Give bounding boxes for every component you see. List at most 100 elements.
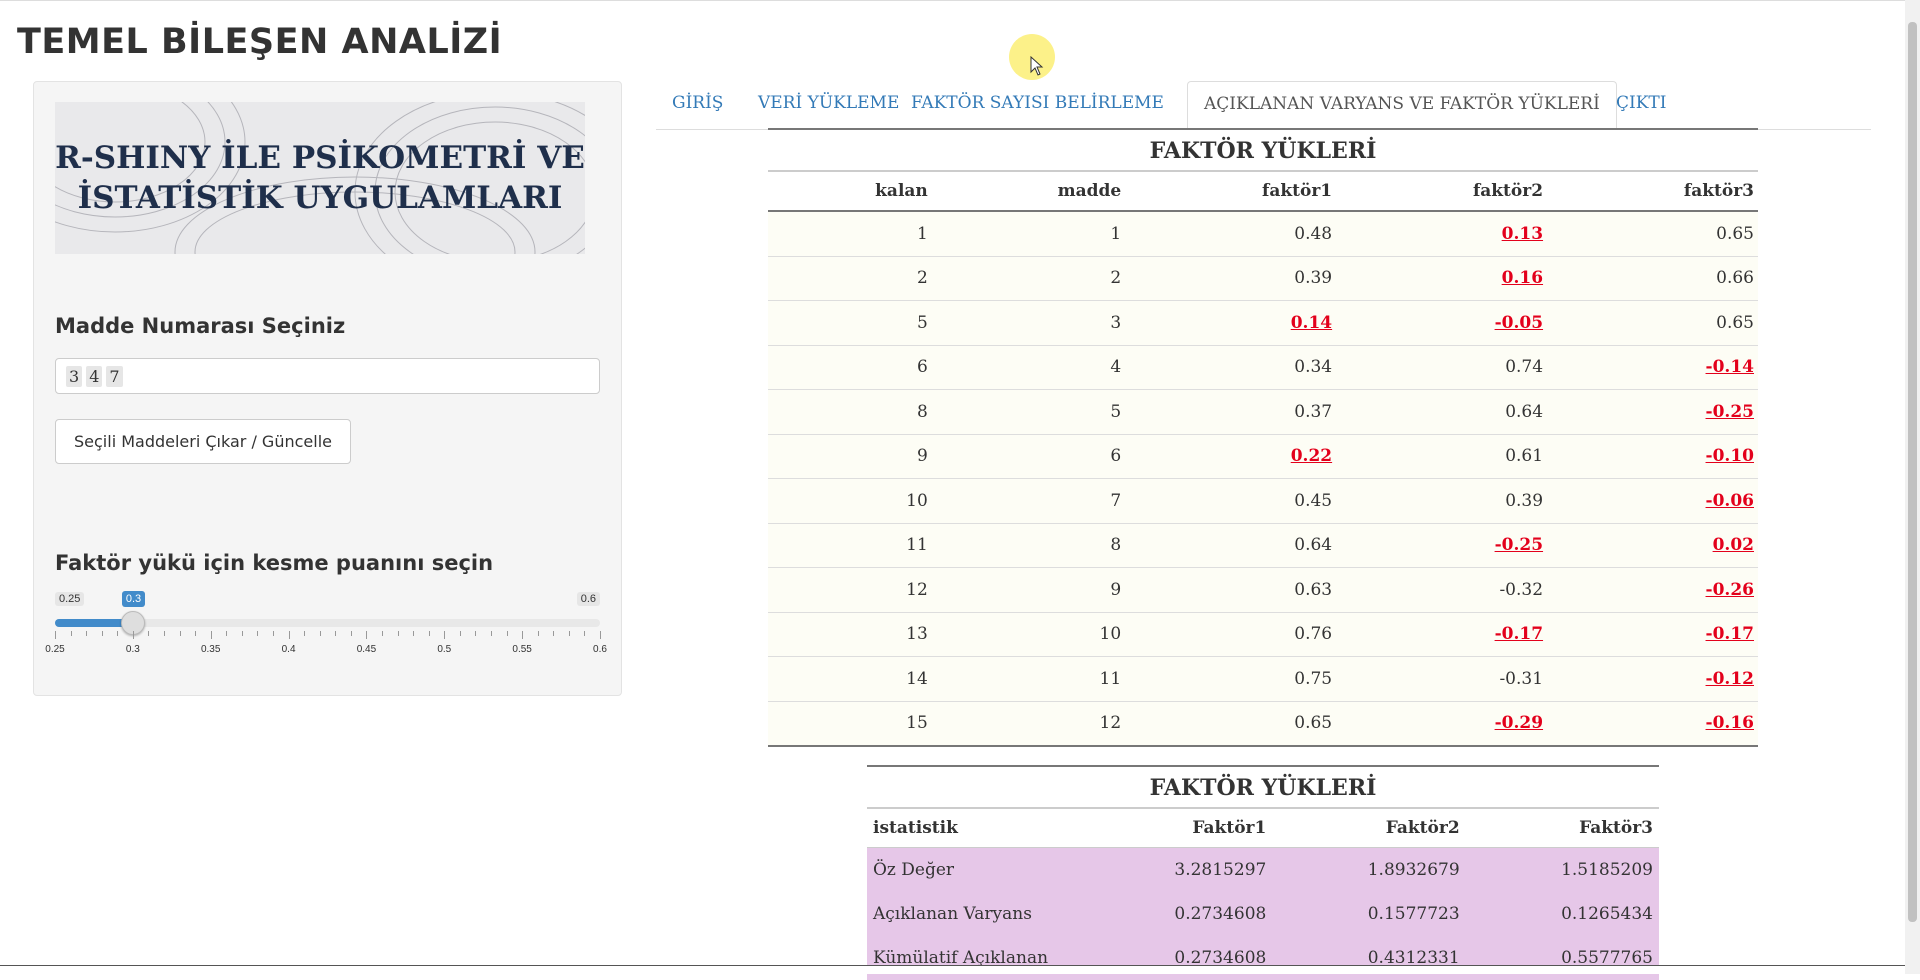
below-cutoff-value: -0.26 (1706, 580, 1754, 600)
table-cell: -0.26 (1547, 568, 1758, 613)
slider-tick (242, 631, 243, 636)
table-row: 960.220.61-0.10 (768, 434, 1758, 479)
table-cell: 0.66 (1547, 256, 1758, 301)
table-cell: 0.74 (1336, 345, 1547, 390)
below-cutoff-value: -0.05 (1495, 313, 1543, 333)
column-header-2: Faktör2 (1272, 808, 1465, 848)
table-cell: 0.63 (1125, 568, 1336, 613)
slider-tick (117, 631, 118, 636)
table-cell: 1.8932679 (1272, 848, 1465, 893)
table-cell: 0.14 (1125, 301, 1336, 346)
banner-line1: R-SHINY İLE PSİKOMETRİ VE (55, 138, 585, 178)
slider-tick (335, 631, 336, 636)
table-cell: 7 (932, 479, 1125, 524)
below-cutoff-value: 0.02 (1713, 535, 1754, 555)
slider-tick-label: 0.35 (201, 644, 220, 655)
below-cutoff-value: -0.17 (1495, 624, 1543, 644)
slider-tick-label: 0.3 (126, 644, 140, 655)
slider-tick (180, 631, 181, 636)
table-cell: Öz Değer (867, 848, 1079, 893)
window-top-border (0, 0, 1905, 5)
variance-table: FAKTÖR YÜKLERİ istatistikFaktör1Faktör2F… (867, 765, 1659, 980)
below-cutoff-value: -0.25 (1495, 535, 1543, 555)
banner-title: R-SHINY İLE PSİKOMETRİ VE İSTATİSTİK UYG… (55, 138, 585, 218)
below-cutoff-value: 0.22 (1291, 446, 1332, 466)
slider-tick (538, 631, 539, 636)
table-cell: 0.65 (1547, 301, 1758, 346)
tab-aciklanan-varyans[interactable]: AÇIKLANAN VARYANS VE FAKTÖR YÜKLERİ (1187, 81, 1617, 129)
table-header-row: istatistikFaktör1Faktör2Faktör3 (867, 808, 1659, 848)
tab-bar: GİRİŞ VERİ YÜKLEME FAKTÖR SAYISI BELİRLE… (656, 81, 1871, 130)
table-cell: 2 (932, 256, 1125, 301)
cutoff-label: Faktör yükü için kesme puanını seçin (55, 551, 493, 575)
table-cell: -0.29 (1336, 701, 1547, 746)
below-cutoff-value: -0.29 (1495, 713, 1543, 733)
table-cell: 0.13 (1336, 211, 1547, 256)
table-cell: 11 (768, 523, 932, 568)
slider-tick-label: 0.4 (282, 644, 296, 655)
tab-cikti[interactable]: ÇIKTI (1600, 81, 1682, 129)
below-cutoff-value: -0.14 (1706, 357, 1754, 377)
slider-tick (86, 631, 87, 636)
below-cutoff-value: 0.13 (1502, 224, 1543, 244)
slider-tick (366, 631, 367, 639)
slider-tick-label: 0.25 (45, 644, 64, 655)
table-cell: -0.32 (1336, 568, 1547, 613)
page-scrollbar[interactable] (1905, 0, 1920, 974)
table-cell: 8 (768, 390, 932, 435)
slider-tick (600, 631, 601, 639)
table-cell: 0.16 (1336, 256, 1547, 301)
table-cell: 0.02 (1547, 523, 1758, 568)
table-row: 530.14-0.050.65 (768, 301, 1758, 346)
column-header-2: faktör1 (1125, 171, 1336, 211)
slider-tick (351, 631, 352, 636)
factor-loadings-body: 110.480.130.65220.390.160.66530.14-0.050… (768, 211, 1758, 746)
banner-image: R-SHINY İLE PSİKOMETRİ VE İSTATİSTİK UYG… (55, 102, 585, 254)
table-cell: 0.75 (1125, 657, 1336, 702)
table-cell: -0.31 (1336, 657, 1547, 702)
table-cell: 0.37 (1125, 390, 1336, 435)
factor-loadings-caption: FAKTÖR YÜKLERİ (768, 128, 1758, 170)
table-cell: 11 (932, 657, 1125, 702)
update-items-button[interactable]: Seçili Maddeleri Çıkar / Güncelle (55, 419, 351, 464)
table-row: 15120.65-0.29-0.16 (768, 701, 1758, 746)
column-header-1: Faktör1 (1079, 808, 1272, 848)
below-cutoff-value: -0.25 (1706, 402, 1754, 422)
below-cutoff-value: -0.06 (1706, 491, 1754, 511)
item-select-input[interactable]: 3 4 7 (55, 358, 600, 394)
table-cell: -0.25 (1336, 523, 1547, 568)
table-cell: -0.06 (1547, 479, 1758, 524)
below-cutoff-value: -0.10 (1706, 446, 1754, 466)
table-cell: 0.34 (1125, 345, 1336, 390)
table-cell: -0.05 (1336, 301, 1547, 346)
slider-value-label: 0.3 (122, 591, 145, 607)
mouse-pointer-icon (1030, 56, 1044, 76)
table-row: 1180.64-0.250.02 (768, 523, 1758, 568)
scrollbar-thumb[interactable] (1908, 22, 1917, 922)
slider-tick (273, 631, 274, 636)
slider-tick-label: 0.55 (512, 644, 531, 655)
table-row: Açıklanan Varyans0.27346080.15777230.126… (867, 892, 1659, 936)
item-select-label: Madde Numarası Seçiniz (55, 314, 345, 338)
table-cell: 0.48 (1125, 211, 1336, 256)
table-row: 1070.450.39-0.06 (768, 479, 1758, 524)
table-cell: 12 (768, 568, 932, 613)
selected-item-chip[interactable]: 4 (86, 366, 102, 387)
tab-faktor-sayisi[interactable]: FAKTÖR SAYISI BELİRLEME (895, 81, 1180, 129)
selected-item-chip[interactable]: 7 (106, 366, 122, 387)
tab-veri-yukleme[interactable]: VERİ YÜKLEME (742, 81, 915, 129)
slider-tick (429, 631, 430, 636)
slider-tick (148, 631, 149, 636)
table-row: 1290.63-0.32-0.26 (768, 568, 1758, 613)
selected-item-chip[interactable]: 3 (66, 366, 82, 387)
slider-tick (164, 631, 165, 636)
tab-giris[interactable]: GİRİŞ (656, 81, 739, 129)
below-cutoff-value: -0.16 (1706, 713, 1754, 733)
slider-tick-label: 0.45 (357, 644, 376, 655)
window-bottom-edge (0, 965, 1905, 974)
app-title: TEMEL BİLEŞEN ANALİZİ (17, 22, 502, 62)
table-cell: 12 (932, 701, 1125, 746)
below-cutoff-value: 0.16 (1502, 268, 1543, 288)
cutoff-slider[interactable]: 0.25 0.6 0.3 0.250.30.350.40.450.50.550.… (55, 592, 600, 662)
slider-tick (553, 631, 554, 636)
